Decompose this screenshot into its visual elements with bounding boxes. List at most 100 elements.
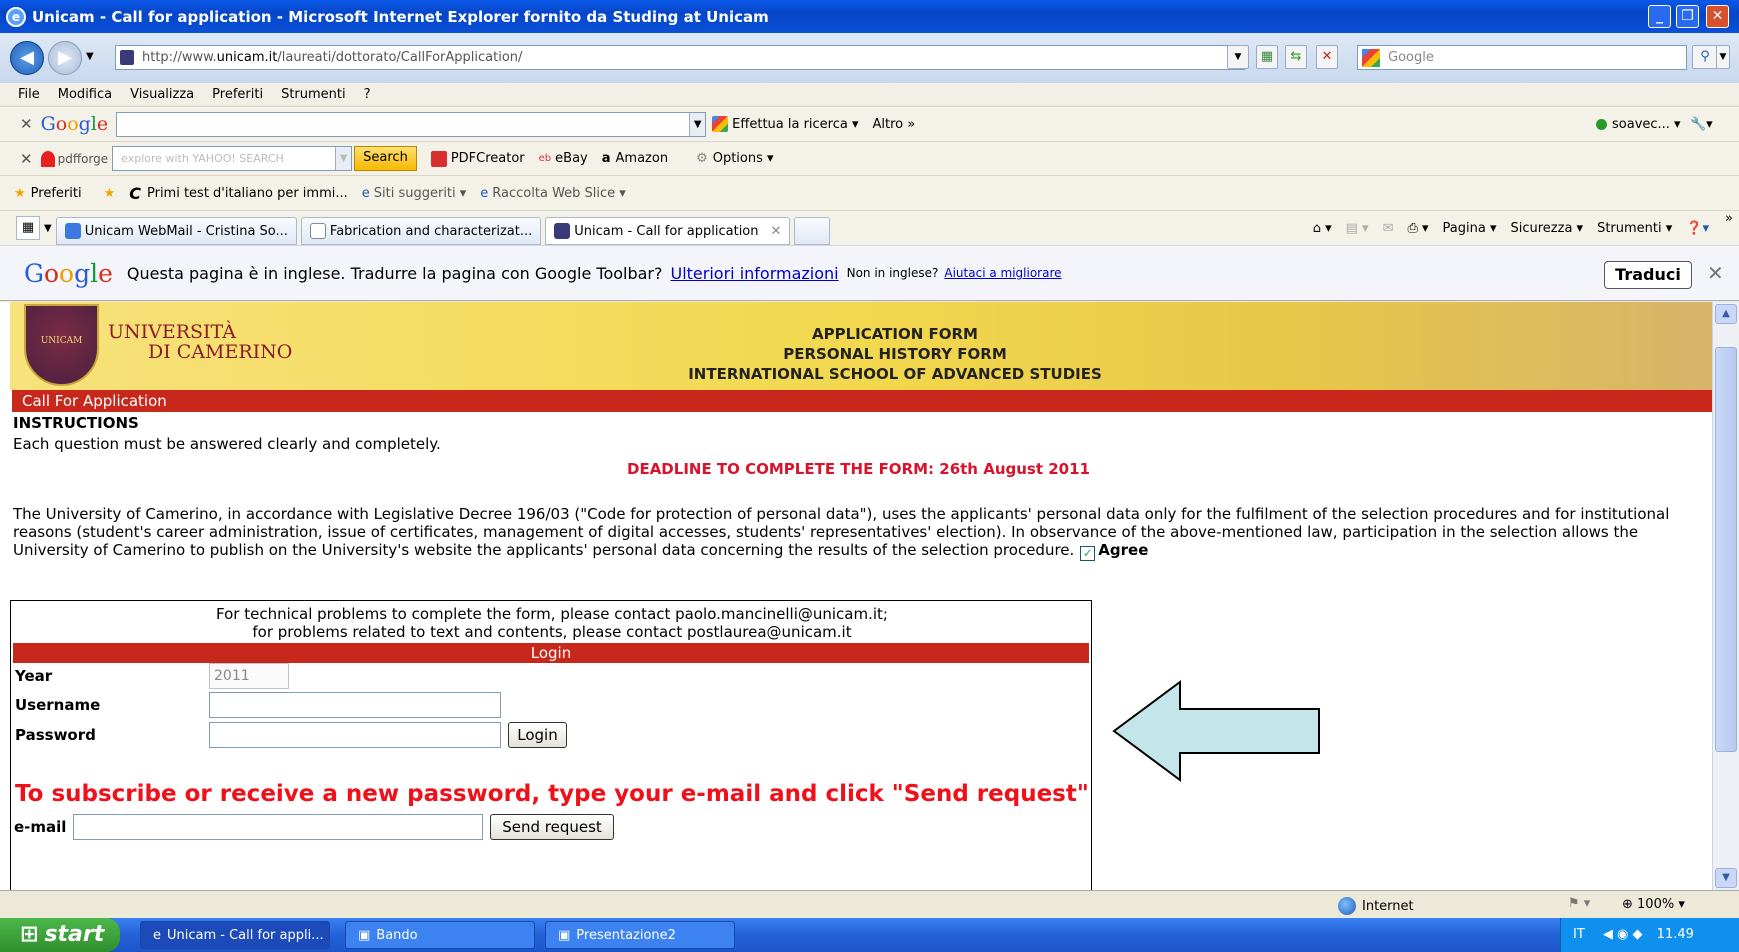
email-field[interactable] <box>73 814 483 840</box>
search-box[interactable]: Google <box>1357 45 1687 70</box>
protected-mode-icon[interactable]: ⚑ ▾ <box>1568 896 1590 911</box>
favorites-button[interactable]: ★ Preferiti <box>14 186 82 201</box>
tab-webmail[interactable]: Unicam WebMail - Cristina So... <box>55 217 297 245</box>
chevron-down-icon[interactable]: ▼ <box>689 112 706 136</box>
tray-icons[interactable]: ◀ ◉ ◆ <box>1603 927 1643 942</box>
add-favorite-icon[interactable]: ★ <box>104 186 116 201</box>
suggested-sites[interactable]: e Siti suggeriti ▾ <box>362 186 467 201</box>
yahoo-search-button[interactable]: Search <box>354 146 417 171</box>
more-button[interactable]: Altro » <box>873 117 916 132</box>
address-input[interactable]: http://www.unicam.it/laureati/dottorato/… <box>115 45 1245 70</box>
password-field[interactable] <box>209 722 501 748</box>
feeds-icon[interactable]: ▤ ▾ <box>1346 221 1369 236</box>
close-toolbar-icon[interactable]: ✕ <box>20 115 33 133</box>
amazon-button[interactable]: a Amazon <box>602 151 668 166</box>
status-bar: Internet ⚑ ▾ ⊕ 100% ▾ <box>0 890 1739 918</box>
close-icon[interactable]: ✕ <box>1707 261 1724 285</box>
close-toolbar-icon[interactable]: ✕ <box>20 150 33 168</box>
google-toolbar-search-input[interactable]: ▼ <box>116 111 707 137</box>
scroll-thumb[interactable] <box>1715 347 1737 752</box>
task-bando[interactable]: ▣ Bando <box>345 921 535 949</box>
stop-icon[interactable]: ✕ <box>1316 45 1338 69</box>
security-zone: Internet <box>1338 897 1414 915</box>
compatibility-icon[interactable]: ▦ <box>1256 45 1278 69</box>
zoom-control[interactable]: ⊕ 100% ▾ <box>1622 897 1685 912</box>
web-slice-gallery[interactable]: e Raccolta Web Slice ▾ <box>480 186 626 201</box>
username-field[interactable] <box>209 692 501 718</box>
pdfcreator-button[interactable]: PDFCreator <box>430 150 525 167</box>
page-menu[interactable]: Pagina ▾ <box>1443 221 1497 236</box>
menu-view[interactable]: Visualizza <box>130 87 194 102</box>
menu-tools[interactable]: Strumenti <box>281 87 346 102</box>
tab-fabrication[interactable]: Fabrication and characterizat... <box>300 217 542 245</box>
history-dropdown-icon[interactable]: ▼ <box>86 51 94 62</box>
menu-file[interactable]: File <box>18 87 40 102</box>
new-tab-button[interactable] <box>794 217 831 245</box>
subscribe-instructions: To subscribe or receive a new password, … <box>15 781 1089 807</box>
yahoo-toolbar: ✕ pdfforge explore with YAHOO! SEARCH ▼ S… <box>0 141 1739 175</box>
google-search-button[interactable]: Effettua la ricerca ▾ <box>712 116 859 132</box>
account-menu[interactable]: soavec... ▾ <box>1596 117 1681 132</box>
more-info-link[interactable]: Ulteriori informazioni <box>671 264 839 283</box>
translate-button[interactable]: Traduci <box>1604 261 1692 289</box>
quick-tabs-icon[interactable]: ▦ <box>16 216 40 240</box>
chevron-right-icon[interactable]: » <box>1725 211 1733 226</box>
security-menu[interactable]: Sicurezza ▾ <box>1510 221 1583 236</box>
amazon-icon: a <box>601 151 611 166</box>
maximize-button[interactable]: ❐ <box>1676 5 1699 28</box>
menu-help[interactable]: ? <box>364 87 371 102</box>
search-go-button[interactable]: ⚲ <box>1692 45 1718 69</box>
search-options-dropdown[interactable]: ▼ <box>1716 45 1730 69</box>
vertical-scrollbar[interactable]: ▲ ▼ <box>1712 302 1739 890</box>
home-icon[interactable]: ⌂ ▾ <box>1313 221 1332 236</box>
task-presentazione[interactable]: ▣ Presentazione2 <box>545 921 735 949</box>
login-header: Login <box>13 643 1089 663</box>
ebay-icon: eb <box>538 153 552 164</box>
scroll-down-icon[interactable]: ▼ <box>1715 868 1737 888</box>
clock[interactable]: 11.49 <box>1657 927 1694 942</box>
forward-button[interactable]: ▶ <box>48 41 82 75</box>
favorites-bar: ★ Preferiti ★ C Primi test d'italiano per … <box>0 175 1739 210</box>
print-icon[interactable]: ⎙ ▾ <box>1407 221 1428 236</box>
help-icon[interactable]: ❓▾ <box>1686 221 1709 236</box>
language-indicator[interactable]: IT <box>1573 927 1585 942</box>
agree-checkbox[interactable]: ✓ <box>1080 546 1096 561</box>
task-ie[interactable]: e Unicam - Call for appli... <box>140 921 330 949</box>
menu-favorites[interactable]: Preferiti <box>212 87 263 102</box>
close-window-button[interactable]: ✕ <box>1706 5 1729 28</box>
powerpoint-icon: ▣ <box>358 928 371 943</box>
wrench-icon[interactable]: 🔧▾ <box>1690 117 1713 132</box>
deadline-text: DEADLINE TO COMPLETE THE FORM: 26th Augu… <box>627 460 1090 478</box>
ebay-button[interactable]: eb eBay <box>539 151 588 166</box>
favorite-item-1[interactable]: C Primi test d'italiano per immi... <box>129 184 348 203</box>
back-button[interactable]: ◀ <box>10 41 44 75</box>
minimize-button[interactable]: _ <box>1648 5 1671 28</box>
system-tray: IT ◀ ◉ ◆ 11.49 <box>1560 918 1739 952</box>
close-tab-icon[interactable]: ✕ <box>771 224 782 239</box>
star-icon: ★ <box>14 185 26 201</box>
options-button[interactable]: ⚙ Options ▾ <box>696 151 773 166</box>
pdf-icon <box>430 150 447 167</box>
send-request-button[interactable]: Send request <box>490 814 614 840</box>
start-button[interactable]: ⊞ start <box>0 918 120 952</box>
address-dropdown-button[interactable]: ▼ <box>1227 45 1249 69</box>
tools-menu[interactable]: Strumenti ▾ <box>1597 221 1672 236</box>
menu-edit[interactable]: Modifica <box>58 87 112 102</box>
login-button[interactable]: Login <box>508 722 567 748</box>
mail-icon[interactable]: ✉ <box>1383 221 1394 236</box>
ie-logo-icon: e <box>6 6 26 27</box>
chevron-down-icon[interactable]: ▼ <box>335 147 352 170</box>
tab-list-dropdown[interactable]: ▼ <box>44 223 52 234</box>
menu-bar: File Modifica Visualizza Preferiti Strum… <box>0 83 1739 105</box>
tab-call-for-application[interactable]: Unicam - Call for application ✕ <box>545 217 791 245</box>
refresh-icon[interactable]: ⇆ <box>1285 45 1307 69</box>
windows-taskbar: ⊞ start e Unicam - Call for appli... ▣ Band… <box>0 918 1739 952</box>
year-field[interactable]: 2011 <box>209 663 289 689</box>
yahoo-search-input[interactable]: explore with YAHOO! SEARCH ▼ <box>112 146 353 171</box>
scroll-up-icon[interactable]: ▲ <box>1715 304 1737 324</box>
help-improve-link[interactable]: Aiutaci a migliorare <box>944 266 1061 280</box>
google-search-icon <box>1362 49 1380 67</box>
privacy-notice: The University of Camerino, in accordanc… <box>13 505 1670 561</box>
site-c-icon: C <box>129 183 141 203</box>
section-bar: Call For Application <box>10 390 1712 412</box>
